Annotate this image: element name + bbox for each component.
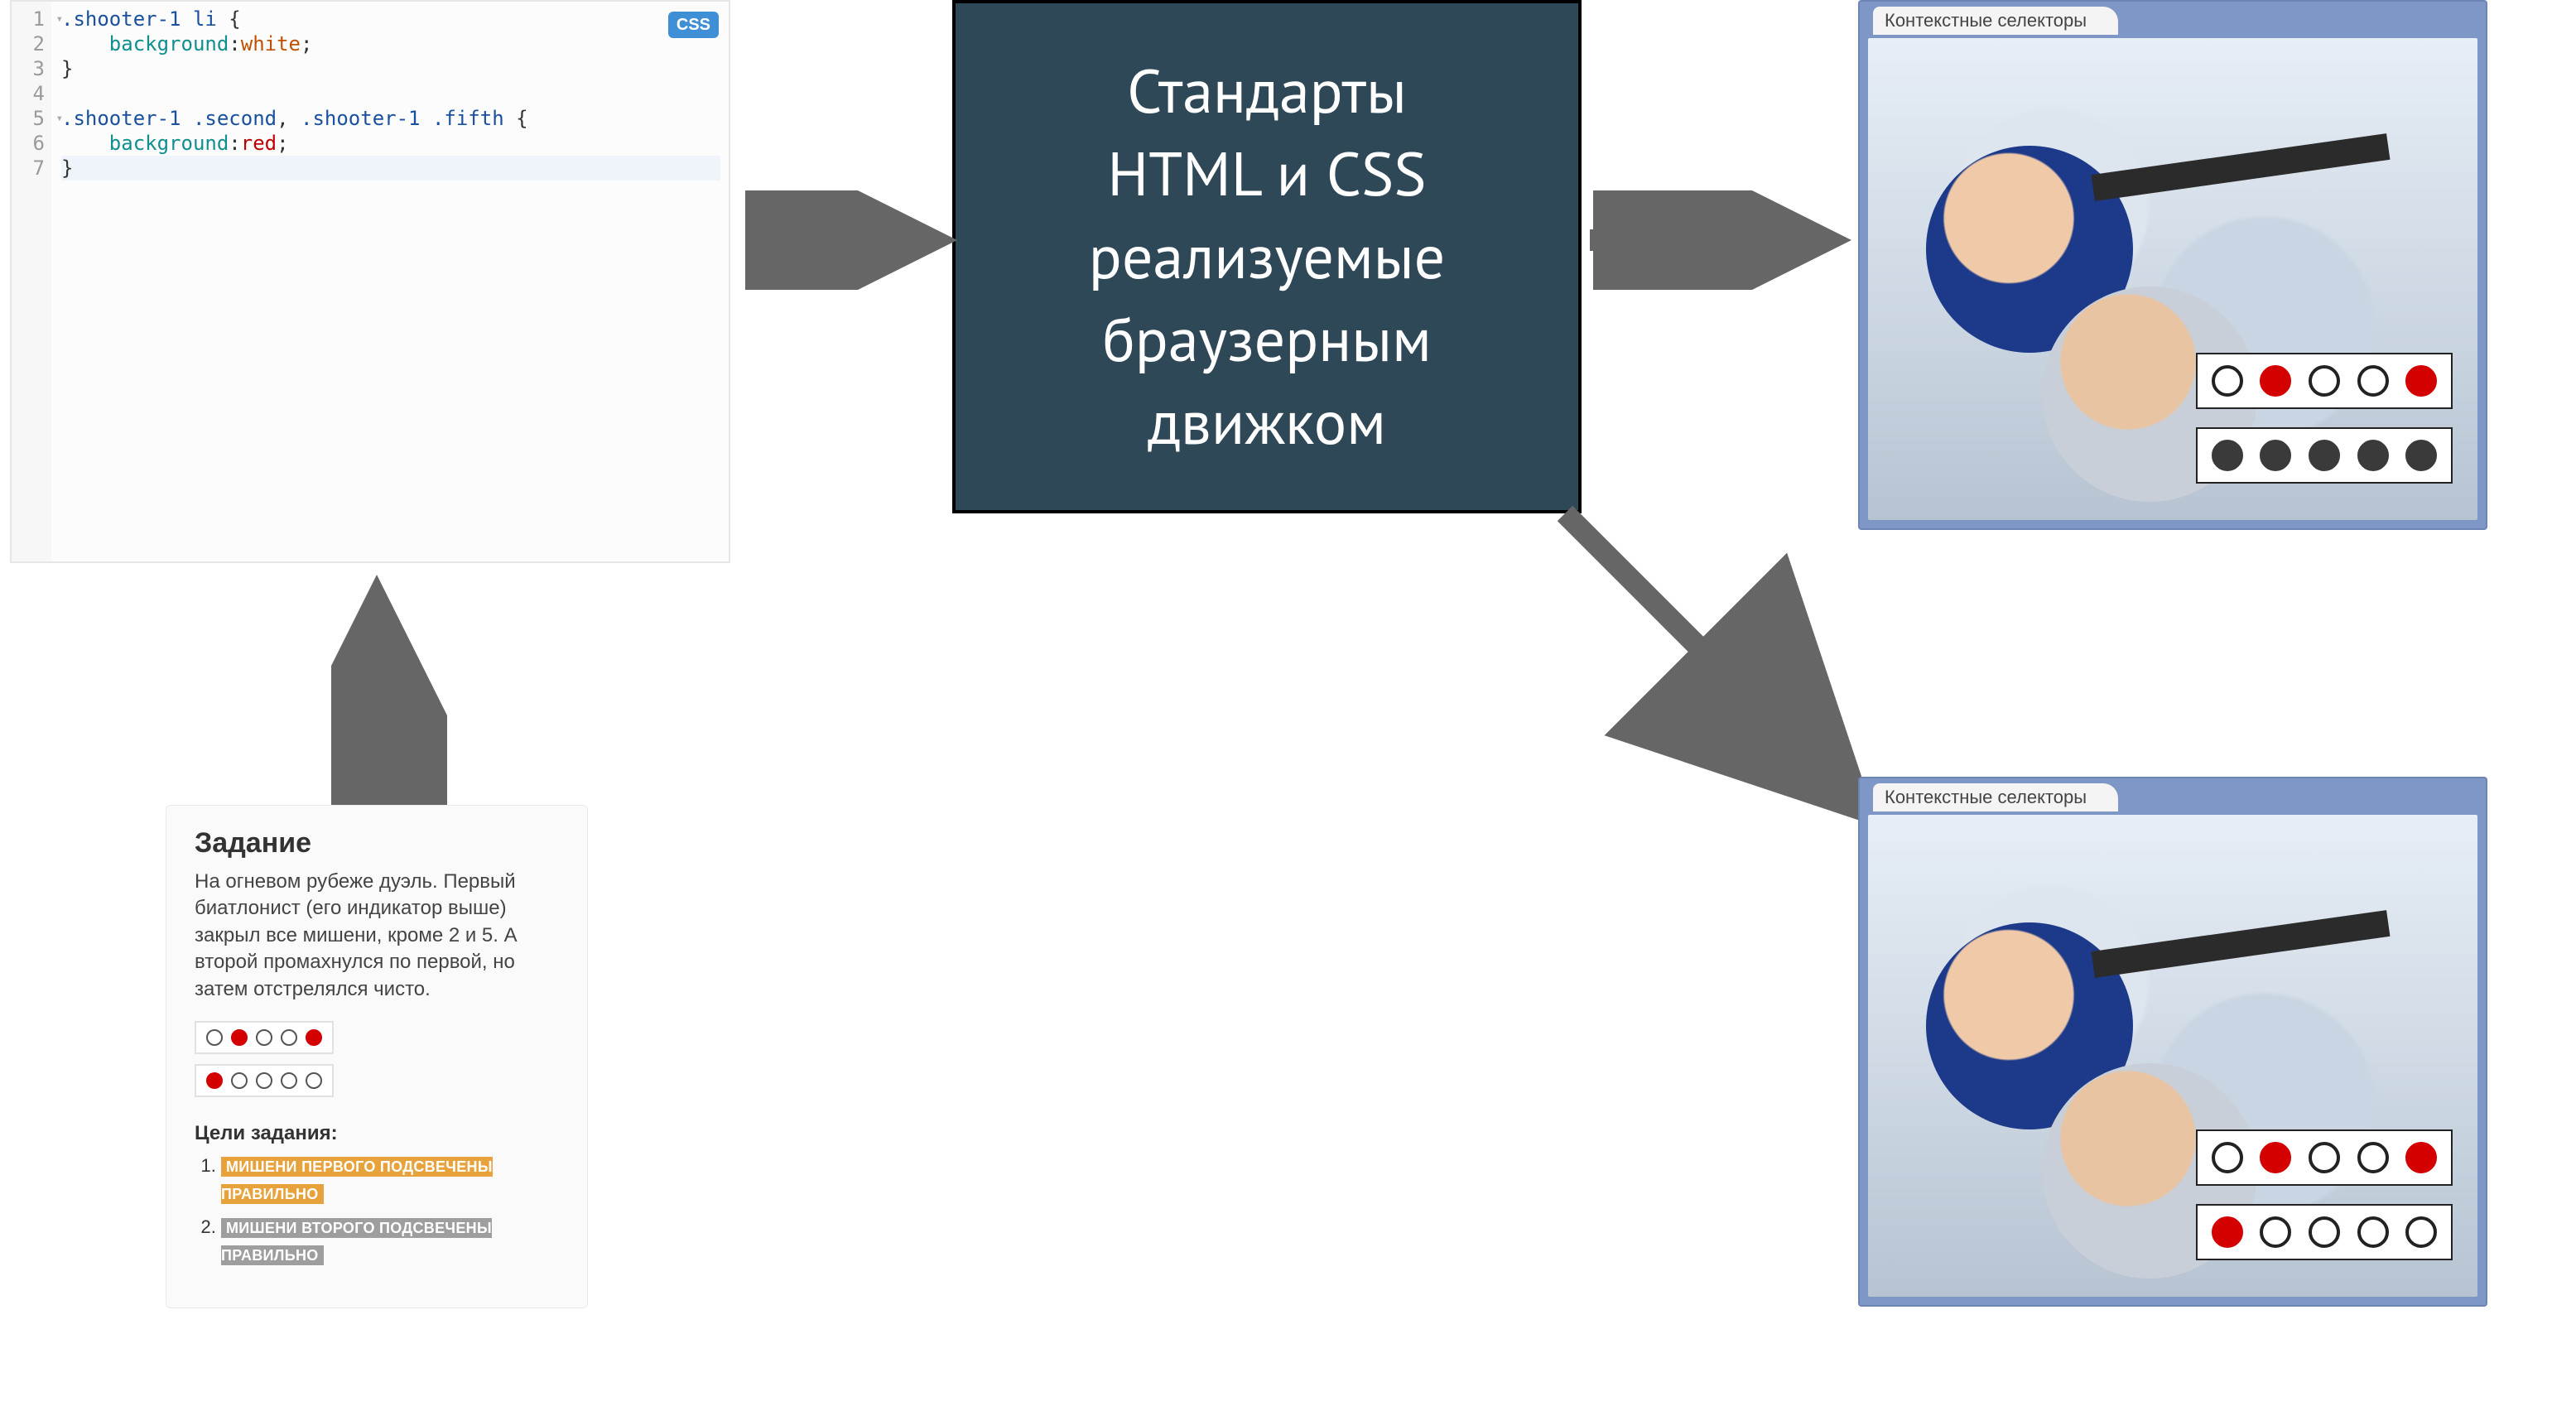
target-dot [306,1072,322,1089]
target-dot [256,1029,272,1046]
css-editor[interactable]: CSS 1 2 3 4 5 6 7 .shooter-1 li { backgr… [10,0,730,563]
code-token [61,32,109,55]
target-dot [2357,365,2389,397]
task-goals-title: Цели задания: [195,1124,559,1144]
editor-code[interactable]: .shooter-1 li { background:white; } .sho… [61,7,720,181]
target-dot [2260,440,2291,471]
code-token: .shooter-1 [61,7,193,31]
target-panel-shooter-1 [2196,353,2453,409]
goal-chip: МИШЕНИ ПЕРВОГО ПОДСВЕЧЕНЫ ПРАВИЛЬНО [221,1157,493,1204]
target-dot [2212,1216,2243,1248]
task-goals-list: МИШЕНИ ПЕРВОГО ПОДСВЕЧЕНЫ ПРАВИЛЬНО МИШЕ… [195,1152,559,1268]
target-dot [2357,1142,2389,1173]
task-card: Задание На огневом рубеже дуэль. Первый … [166,805,588,1308]
code-token: background [109,132,229,155]
code-token: .shooter-1 .second [61,107,277,130]
line-number: 1 [12,7,51,31]
target-panel-shooter-2 [2196,1204,2453,1260]
target-dot [2260,1142,2291,1173]
line-number: 4 [12,81,51,106]
task-title: Задание [195,829,559,857]
arrow-task-to-editor [331,571,447,811]
task-body: На огневом рубеже дуэль. Первый биатлони… [195,869,559,1003]
target-dot [2357,1216,2389,1248]
target-dot [231,1029,248,1046]
target-dot [2260,1216,2291,1248]
target-dot [2309,1142,2340,1173]
editor-gutter: 1 2 3 4 5 6 7 [12,2,51,561]
target-dot [2405,365,2437,397]
line-number: 5 [12,106,51,131]
line-number: 6 [12,131,51,156]
target-dot [2212,440,2243,471]
standards-text: СтандартыHTML и CSSреализуемыебраузерным… [1089,50,1445,463]
task-target-row-2 [195,1064,334,1097]
arrow-editor-to-standards [745,190,961,290]
target-dot [206,1029,223,1046]
code-token: ; [277,132,288,155]
target-dot [281,1072,297,1089]
browser-preview-bottom: Контекстные селекторы [1858,777,2487,1307]
code-token: : [229,32,240,55]
code-token: red [241,132,277,155]
target-dot [2212,1142,2243,1173]
target-dot [2260,365,2291,397]
code-token: { [217,7,241,31]
browser-tab[interactable]: Контекстные селекторы [1873,783,2118,811]
target-dot [2309,440,2340,471]
code-token: white [241,32,301,55]
preview-viewport [1868,38,2477,520]
code-token: , [277,107,301,130]
line-number: 2 [12,31,51,56]
code-token: { [504,107,528,130]
task-target-row-1 [195,1021,334,1054]
goal-chip: МИШЕНИ ВТОРОГО ПОДСВЕЧЕНЫ ПРАВИЛЬНО [221,1218,492,1265]
standards-box: СтандартыHTML и CSSреализуемыебраузерным… [952,0,1582,513]
task-goal-2: МИШЕНИ ВТОРОГО ПОДСВЕЧЕНЫ ПРАВИЛЬНО [221,1213,559,1268]
browser-preview-top: Контекстные селекторы [1858,0,2487,530]
target-dot [2405,1216,2437,1248]
code-token: } [61,57,73,80]
target-dot [206,1072,223,1089]
code-token: } [61,157,73,180]
code-token: background [109,32,229,55]
target-panel-shooter-2 [2196,427,2453,484]
target-dot [2309,1216,2340,1248]
preview-viewport [1868,815,2477,1297]
line-number: 7 [12,156,51,181]
browser-tab[interactable]: Контекстные селекторы [1873,7,2118,35]
code-token: : [229,132,240,155]
target-panel-shooter-1 [2196,1129,2453,1186]
target-dot [256,1072,272,1089]
code-token [61,132,109,155]
target-dot [2309,365,2340,397]
target-dot [2357,440,2389,471]
target-dot [231,1072,248,1089]
target-dot [2405,1142,2437,1173]
arrow-standards-to-bottom-preview [1548,497,1896,845]
task-goal-1: МИШЕНИ ПЕРВОГО ПОДСВЕЧЕНЫ ПРАВИЛЬНО [221,1152,559,1206]
target-dot [2212,365,2243,397]
arrow-standards-to-top-preview [1590,190,1855,290]
target-dot [306,1029,322,1046]
code-token: li [193,7,217,31]
target-dot [2405,440,2437,471]
code-token: ; [301,32,312,55]
target-dot [281,1029,297,1046]
line-number: 3 [12,56,51,81]
code-token: .shooter-1 .fifth [301,107,504,130]
